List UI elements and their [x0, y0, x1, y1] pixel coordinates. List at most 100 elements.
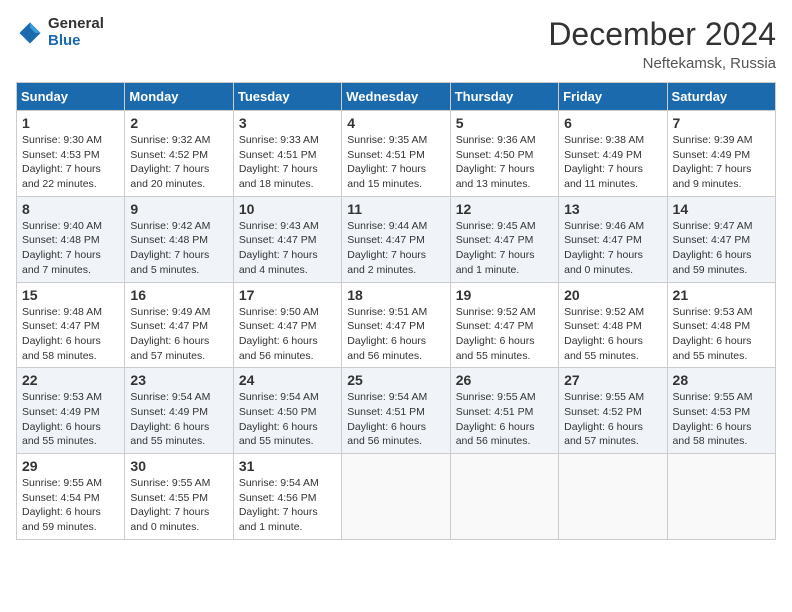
day-cell-4: 4 Sunrise: 9:35 AM Sunset: 4:51 PM Dayli…	[342, 111, 450, 197]
sunrise-label: Sunrise: 9:43 AM	[239, 220, 319, 232]
header-thursday: Thursday	[450, 83, 558, 111]
day-number: 11	[347, 201, 444, 217]
cell-content: Sunrise: 9:45 AM Sunset: 4:47 PM Dayligh…	[456, 219, 553, 278]
cell-content: Sunrise: 9:36 AM Sunset: 4:50 PM Dayligh…	[456, 133, 553, 192]
day-cell-27: 27 Sunrise: 9:55 AM Sunset: 4:52 PM Dayl…	[559, 368, 667, 454]
cell-content: Sunrise: 9:44 AM Sunset: 4:47 PM Dayligh…	[347, 219, 444, 278]
day-cell-13: 13 Sunrise: 9:46 AM Sunset: 4:47 PM Dayl…	[559, 196, 667, 282]
page-header: General Blue December 2024 Neftekamsk, R…	[16, 16, 776, 72]
daylight-label: Daylight: 6 hours and 55 minutes.	[564, 335, 643, 362]
cell-content: Sunrise: 9:55 AM Sunset: 4:52 PM Dayligh…	[564, 390, 661, 449]
sunrise-label: Sunrise: 9:53 AM	[673, 306, 753, 318]
daylight-label: Daylight: 6 hours and 55 minutes.	[130, 421, 209, 448]
cell-content: Sunrise: 9:53 AM Sunset: 4:49 PM Dayligh…	[22, 390, 119, 449]
daylight-label: Daylight: 6 hours and 55 minutes.	[22, 421, 101, 448]
week-row-4: 22 Sunrise: 9:53 AM Sunset: 4:49 PM Dayl…	[17, 368, 776, 454]
sunset-label: Sunset: 4:49 PM	[564, 149, 642, 161]
daylight-label: Daylight: 7 hours and 9 minutes.	[673, 163, 752, 190]
sunrise-label: Sunrise: 9:54 AM	[130, 391, 210, 403]
day-number: 12	[456, 201, 553, 217]
empty-cell-4-3	[342, 454, 450, 540]
sunrise-label: Sunrise: 9:54 AM	[239, 391, 319, 403]
sunset-label: Sunset: 4:53 PM	[22, 149, 100, 161]
day-number: 9	[130, 201, 227, 217]
daylight-label: Daylight: 7 hours and 2 minutes.	[347, 249, 426, 276]
daylight-label: Daylight: 7 hours and 7 minutes.	[22, 249, 101, 276]
day-cell-19: 19 Sunrise: 9:52 AM Sunset: 4:47 PM Dayl…	[450, 282, 558, 368]
sunrise-label: Sunrise: 9:55 AM	[22, 477, 102, 489]
cell-content: Sunrise: 9:35 AM Sunset: 4:51 PM Dayligh…	[347, 133, 444, 192]
day-cell-14: 14 Sunrise: 9:47 AM Sunset: 4:47 PM Dayl…	[667, 196, 775, 282]
day-number: 3	[239, 115, 336, 131]
day-number: 1	[22, 115, 119, 131]
sunrise-label: Sunrise: 9:48 AM	[22, 306, 102, 318]
header-saturday: Saturday	[667, 83, 775, 111]
sunset-label: Sunset: 4:47 PM	[456, 234, 534, 246]
cell-content: Sunrise: 9:38 AM Sunset: 4:49 PM Dayligh…	[564, 133, 661, 192]
sunrise-label: Sunrise: 9:38 AM	[564, 134, 644, 146]
day-number: 18	[347, 287, 444, 303]
sunrise-label: Sunrise: 9:42 AM	[130, 220, 210, 232]
cell-content: Sunrise: 9:54 AM Sunset: 4:51 PM Dayligh…	[347, 390, 444, 449]
cell-content: Sunrise: 9:55 AM Sunset: 4:53 PM Dayligh…	[673, 390, 770, 449]
cell-content: Sunrise: 9:50 AM Sunset: 4:47 PM Dayligh…	[239, 305, 336, 364]
day-number: 2	[130, 115, 227, 131]
sunset-label: Sunset: 4:51 PM	[347, 149, 425, 161]
cell-content: Sunrise: 9:30 AM Sunset: 4:53 PM Dayligh…	[22, 133, 119, 192]
daylight-label: Daylight: 7 hours and 13 minutes.	[456, 163, 535, 190]
day-number: 17	[239, 287, 336, 303]
day-cell-9: 9 Sunrise: 9:42 AM Sunset: 4:48 PM Dayli…	[125, 196, 233, 282]
sunrise-label: Sunrise: 9:30 AM	[22, 134, 102, 146]
daylight-label: Daylight: 6 hours and 58 minutes.	[673, 421, 752, 448]
sunrise-label: Sunrise: 9:50 AM	[239, 306, 319, 318]
cell-content: Sunrise: 9:54 AM Sunset: 4:50 PM Dayligh…	[239, 390, 336, 449]
sunset-label: Sunset: 4:47 PM	[347, 234, 425, 246]
day-cell-6: 6 Sunrise: 9:38 AM Sunset: 4:49 PM Dayli…	[559, 111, 667, 197]
day-cell-3: 3 Sunrise: 9:33 AM Sunset: 4:51 PM Dayli…	[233, 111, 341, 197]
day-cell-16: 16 Sunrise: 9:49 AM Sunset: 4:47 PM Dayl…	[125, 282, 233, 368]
sunset-label: Sunset: 4:47 PM	[239, 234, 317, 246]
sunset-label: Sunset: 4:48 PM	[673, 320, 751, 332]
day-cell-29: 29 Sunrise: 9:55 AM Sunset: 4:54 PM Dayl…	[17, 454, 125, 540]
daylight-label: Daylight: 7 hours and 15 minutes.	[347, 163, 426, 190]
sunset-label: Sunset: 4:49 PM	[22, 406, 100, 418]
daylight-label: Daylight: 6 hours and 59 minutes.	[673, 249, 752, 276]
daylight-label: Daylight: 6 hours and 59 minutes.	[22, 506, 101, 533]
cell-content: Sunrise: 9:52 AM Sunset: 4:47 PM Dayligh…	[456, 305, 553, 364]
daylight-label: Daylight: 6 hours and 56 minutes.	[347, 421, 426, 448]
logo-text: General Blue	[48, 16, 104, 49]
sunset-label: Sunset: 4:52 PM	[130, 149, 208, 161]
sunrise-label: Sunrise: 9:32 AM	[130, 134, 210, 146]
sunset-label: Sunset: 4:47 PM	[673, 234, 751, 246]
day-number: 25	[347, 372, 444, 388]
day-number: 14	[673, 201, 770, 217]
sunrise-label: Sunrise: 9:55 AM	[564, 391, 644, 403]
sunrise-label: Sunrise: 9:52 AM	[564, 306, 644, 318]
week-row-5: 29 Sunrise: 9:55 AM Sunset: 4:54 PM Dayl…	[17, 454, 776, 540]
daylight-label: Daylight: 7 hours and 18 minutes.	[239, 163, 318, 190]
sunrise-label: Sunrise: 9:33 AM	[239, 134, 319, 146]
cell-content: Sunrise: 9:47 AM Sunset: 4:47 PM Dayligh…	[673, 219, 770, 278]
sunset-label: Sunset: 4:50 PM	[456, 149, 534, 161]
day-number: 16	[130, 287, 227, 303]
daylight-label: Daylight: 6 hours and 57 minutes.	[564, 421, 643, 448]
empty-cell-4-4	[450, 454, 558, 540]
day-number: 20	[564, 287, 661, 303]
sunset-label: Sunset: 4:47 PM	[564, 234, 642, 246]
sunrise-label: Sunrise: 9:47 AM	[673, 220, 753, 232]
day-number: 27	[564, 372, 661, 388]
sunset-label: Sunset: 4:52 PM	[564, 406, 642, 418]
cell-content: Sunrise: 9:32 AM Sunset: 4:52 PM Dayligh…	[130, 133, 227, 192]
daylight-label: Daylight: 7 hours and 0 minutes.	[564, 249, 643, 276]
sunrise-label: Sunrise: 9:51 AM	[347, 306, 427, 318]
logo-blue: Blue	[48, 33, 104, 50]
daylight-label: Daylight: 6 hours and 58 minutes.	[22, 335, 101, 362]
sunset-label: Sunset: 4:56 PM	[239, 492, 317, 504]
sunset-label: Sunset: 4:55 PM	[130, 492, 208, 504]
header-sunday: Sunday	[17, 83, 125, 111]
cell-content: Sunrise: 9:51 AM Sunset: 4:47 PM Dayligh…	[347, 305, 444, 364]
location: Neftekamsk, Russia	[548, 55, 776, 72]
header-monday: Monday	[125, 83, 233, 111]
day-number: 24	[239, 372, 336, 388]
title-block: December 2024 Neftekamsk, Russia	[548, 16, 776, 72]
